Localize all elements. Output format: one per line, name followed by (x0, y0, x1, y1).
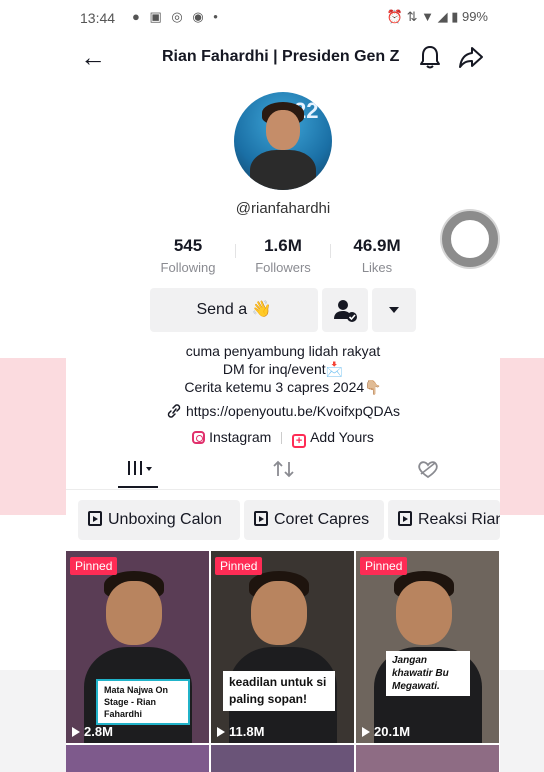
view-count: 11.8M (217, 724, 264, 739)
active-tab-indicator (118, 486, 158, 488)
background-left-panel (0, 358, 70, 515)
play-icon (362, 727, 370, 737)
stat-label: Following (160, 260, 216, 275)
send-message-button[interactable]: Send a 👋 (150, 288, 318, 332)
video-caption: Mata Najwa On Stage - Rian Fahardhi (96, 679, 190, 725)
view-count-text: 20.1M (374, 724, 411, 739)
bio-line: Cerita ketemu 3 capres 2024👇🏼 (184, 379, 382, 395)
video-thumbnail[interactable]: Pinned Mata Najwa On Stage - Rian Fahard… (66, 551, 209, 743)
instagram-icon (192, 431, 206, 444)
playlist-chip[interactable]: Coret Capres (244, 500, 384, 540)
play-icon (217, 727, 225, 737)
tab-videos[interactable] (108, 456, 168, 486)
stat-label: Likes (361, 260, 393, 275)
bio-line: DM for inq/event📩 (222, 361, 344, 377)
tab-liked[interactable] (398, 456, 458, 486)
system-status-icons: ⏰ ⇅ ▼ ◢ ▮ 99% (386, 9, 488, 24)
stat-followers[interactable]: 1.6M Followers (243, 236, 323, 275)
bell-icon[interactable] (418, 44, 442, 75)
playlist-chip[interactable]: Reaksi Rian (388, 500, 500, 540)
grid-icon (128, 461, 152, 475)
heart-hidden-icon (418, 461, 438, 479)
status-time: 13:44 (80, 10, 116, 26)
stat-value: 46.9M (353, 236, 401, 255)
stat-likes[interactable]: 46.9M Likes (337, 236, 417, 275)
profile-link[interactable]: https://openyoutu.be/KvoifxpQDAs (66, 403, 500, 419)
video-person-face (106, 581, 162, 645)
more-options-button[interactable] (372, 288, 416, 332)
background-right-panel (500, 358, 544, 515)
avatar-body (250, 150, 316, 190)
notification-icons: ● ▣ ◎ ◉ • (132, 9, 221, 24)
video-thumbnail-partial[interactable] (356, 745, 499, 772)
pinned-badge: Pinned (360, 557, 408, 575)
add-friend-button[interactable] (322, 288, 368, 332)
playlist-icon (398, 511, 412, 526)
playlist-label: Coret Capres (274, 511, 370, 528)
add-yours-link[interactable]: + Add Yours (292, 429, 374, 448)
playlist-label: Unboxing Calon (108, 511, 222, 528)
video-person-face (251, 581, 307, 645)
share-icon[interactable] (458, 44, 484, 75)
tab-reposts[interactable] (254, 456, 314, 486)
play-icon (72, 727, 80, 737)
playlist-label: Reaksi Rian (418, 511, 500, 528)
bio-line: cuma penyambung lidah rakyat (185, 343, 381, 359)
playlist-chip[interactable]: Unboxing Calon (78, 500, 240, 540)
view-count-text: 11.8M (229, 724, 265, 739)
stat-value: 1.6M (264, 236, 302, 255)
video-person-face (396, 581, 452, 645)
status-bar: 13:44 ● ▣ ◎ ◉ • ⏰ ⇅ ▼ ◢ ▮ 99% (66, 0, 500, 34)
stat-value: 545 (173, 236, 203, 255)
profile-header: ← Rian Fahardhi | Presiden Gen Z (66, 36, 500, 80)
stat-divider (330, 244, 331, 258)
arrow-left-icon[interactable]: ← (80, 42, 106, 72)
profile-link-text: https://openyoutu.be/KvoifxpQDAs (185, 403, 400, 419)
caret-down-icon (389, 307, 399, 313)
playlist-icon (88, 511, 102, 526)
social-divider (281, 432, 283, 445)
stat-following[interactable]: 545 Following (148, 236, 228, 275)
add-yours-icon: + (292, 434, 307, 448)
playlist-icon (254, 511, 268, 526)
page-title: Rian Fahardhi | Presiden Gen Z (162, 48, 400, 65)
avatar-face (266, 110, 300, 150)
instagram-link[interactable]: Instagram (192, 429, 271, 445)
social-links: Instagram + Add Yours (66, 429, 500, 448)
stat-divider (235, 244, 236, 258)
video-thumbnail[interactable]: Pinned Jangan khawatir Bu Megawati. 20.1… (356, 551, 499, 743)
stat-label: Followers (255, 260, 311, 275)
person-check-icon (334, 300, 357, 322)
loading-spinner-icon (442, 211, 498, 267)
add-yours-label: Add Yours (310, 429, 374, 445)
video-thumbnail-partial[interactable] (66, 745, 209, 772)
view-count: 2.8M (72, 724, 113, 739)
avatar[interactable]: 22 (234, 92, 332, 190)
profile-handle: @rianfahardhi (235, 200, 331, 217)
video-thumbnail[interactable]: Pinned keadilan untuk si paling sopan! 1… (211, 551, 354, 743)
pinned-badge: Pinned (215, 557, 263, 575)
view-count: 20.1M (362, 724, 410, 739)
repost-icon (273, 460, 294, 478)
video-caption: keadilan untuk si paling sopan! (223, 671, 335, 711)
instagram-label: Instagram (209, 429, 272, 445)
profile-tabs (66, 452, 500, 490)
pinned-badge: Pinned (70, 557, 118, 575)
video-caption: Jangan khawatir Bu Megawati. (386, 651, 470, 696)
video-thumbnail-partial[interactable] (211, 745, 354, 772)
view-count-text: 2.8M (84, 724, 113, 739)
link-icon (167, 404, 181, 418)
profile-screen: 13:44 ● ▣ ◎ ◉ • ⏰ ⇅ ▼ ◢ ▮ 99% ← Rian Fah… (66, 0, 500, 772)
